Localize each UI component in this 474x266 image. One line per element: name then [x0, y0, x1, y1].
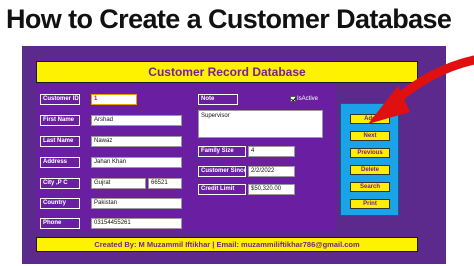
red-arrow-icon [368, 55, 474, 124]
